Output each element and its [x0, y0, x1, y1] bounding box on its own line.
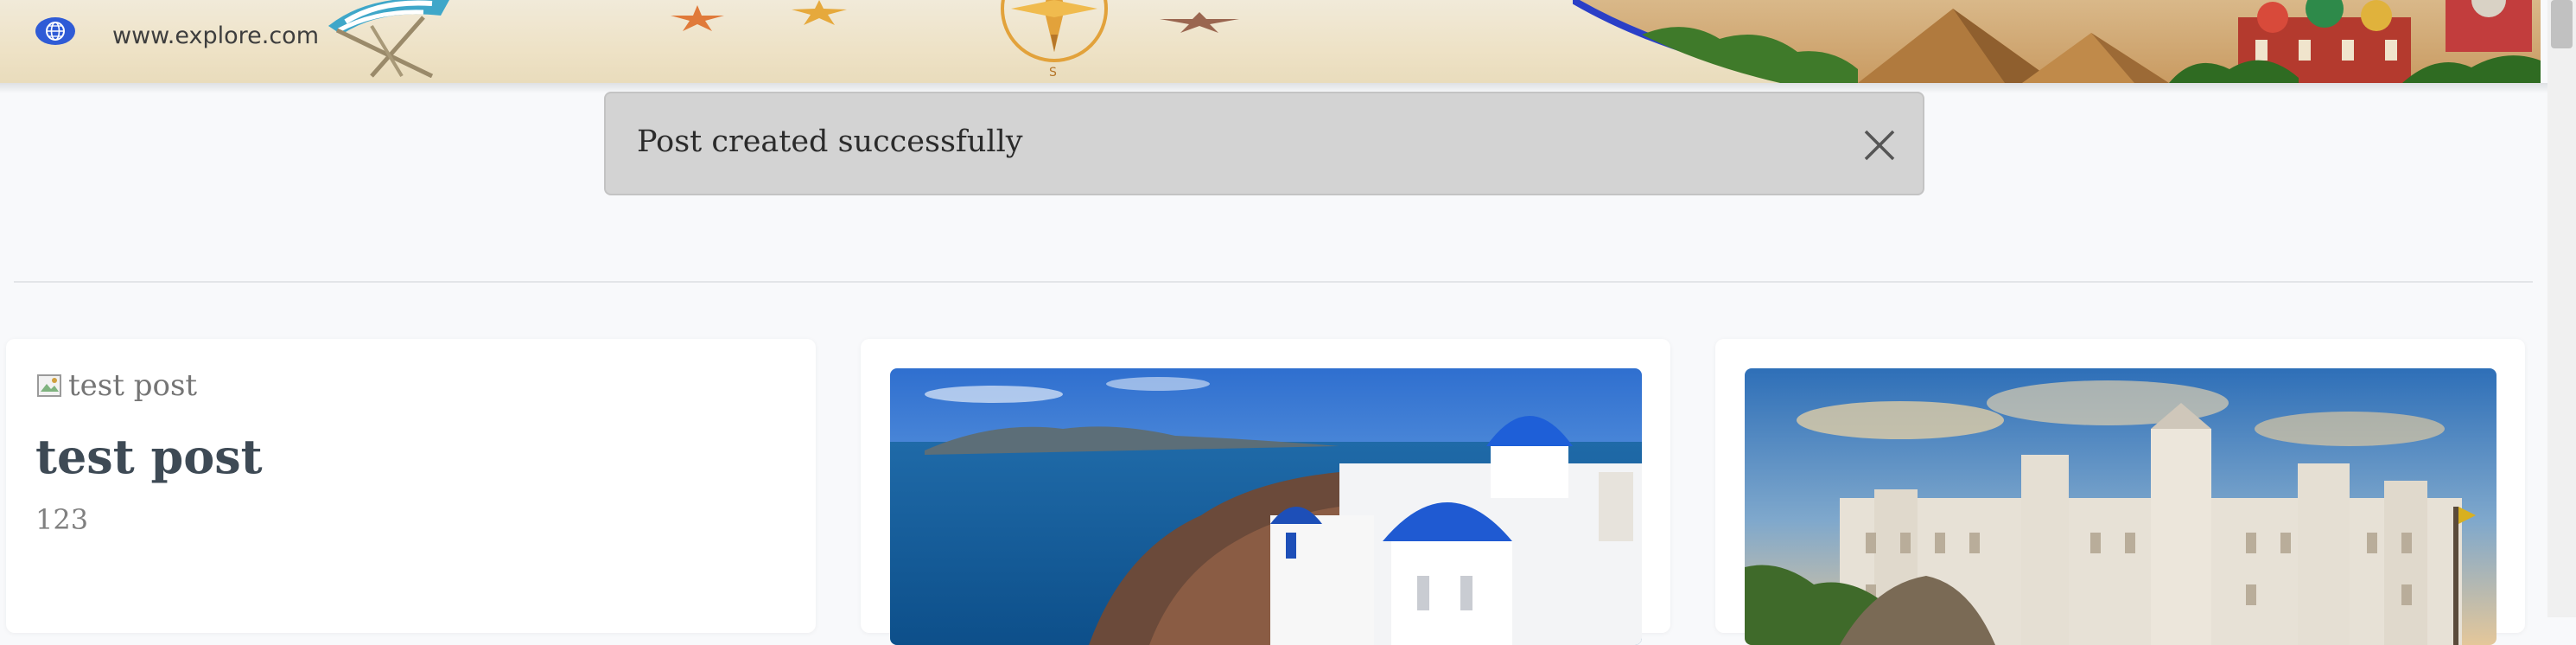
santorini-photo[interactable]	[890, 368, 1642, 645]
svg-text:S: S	[1049, 66, 1057, 80]
close-icon[interactable]	[1862, 128, 1897, 163]
success-alert: Post created successfully	[604, 92, 1924, 195]
compass-icon: S	[1001, 0, 1108, 80]
starfish-icon	[1160, 12, 1239, 33]
site-url[interactable]: www.explore.com	[112, 22, 319, 49]
broken-image-icon	[37, 374, 61, 397]
starfish-icon	[792, 0, 847, 25]
scrollbar-thumb[interactable]	[2551, 0, 2573, 48]
post-title[interactable]: test post	[35, 429, 263, 484]
deckchair-icon	[328, 0, 449, 78]
header-banner: www.explore.com S	[0, 0, 2541, 83]
alert-message: Post created successfully	[637, 125, 1023, 159]
post-card[interactable]	[1715, 339, 2525, 645]
post-card[interactable]	[861, 339, 1670, 645]
globe-icon	[35, 17, 75, 45]
post-body: 123	[35, 503, 89, 536]
landmark-illustration	[1573, 0, 2541, 83]
scrollbar-track[interactable]	[2547, 0, 2576, 617]
madrid-palace-photo[interactable]	[1745, 368, 2496, 645]
post-card[interactable]: test post test post 123	[6, 339, 816, 633]
starfish-icon	[671, 5, 724, 31]
post-image-alt: test post	[68, 368, 198, 403]
post-image-broken: test post	[35, 368, 197, 403]
section-divider	[14, 281, 2533, 283]
